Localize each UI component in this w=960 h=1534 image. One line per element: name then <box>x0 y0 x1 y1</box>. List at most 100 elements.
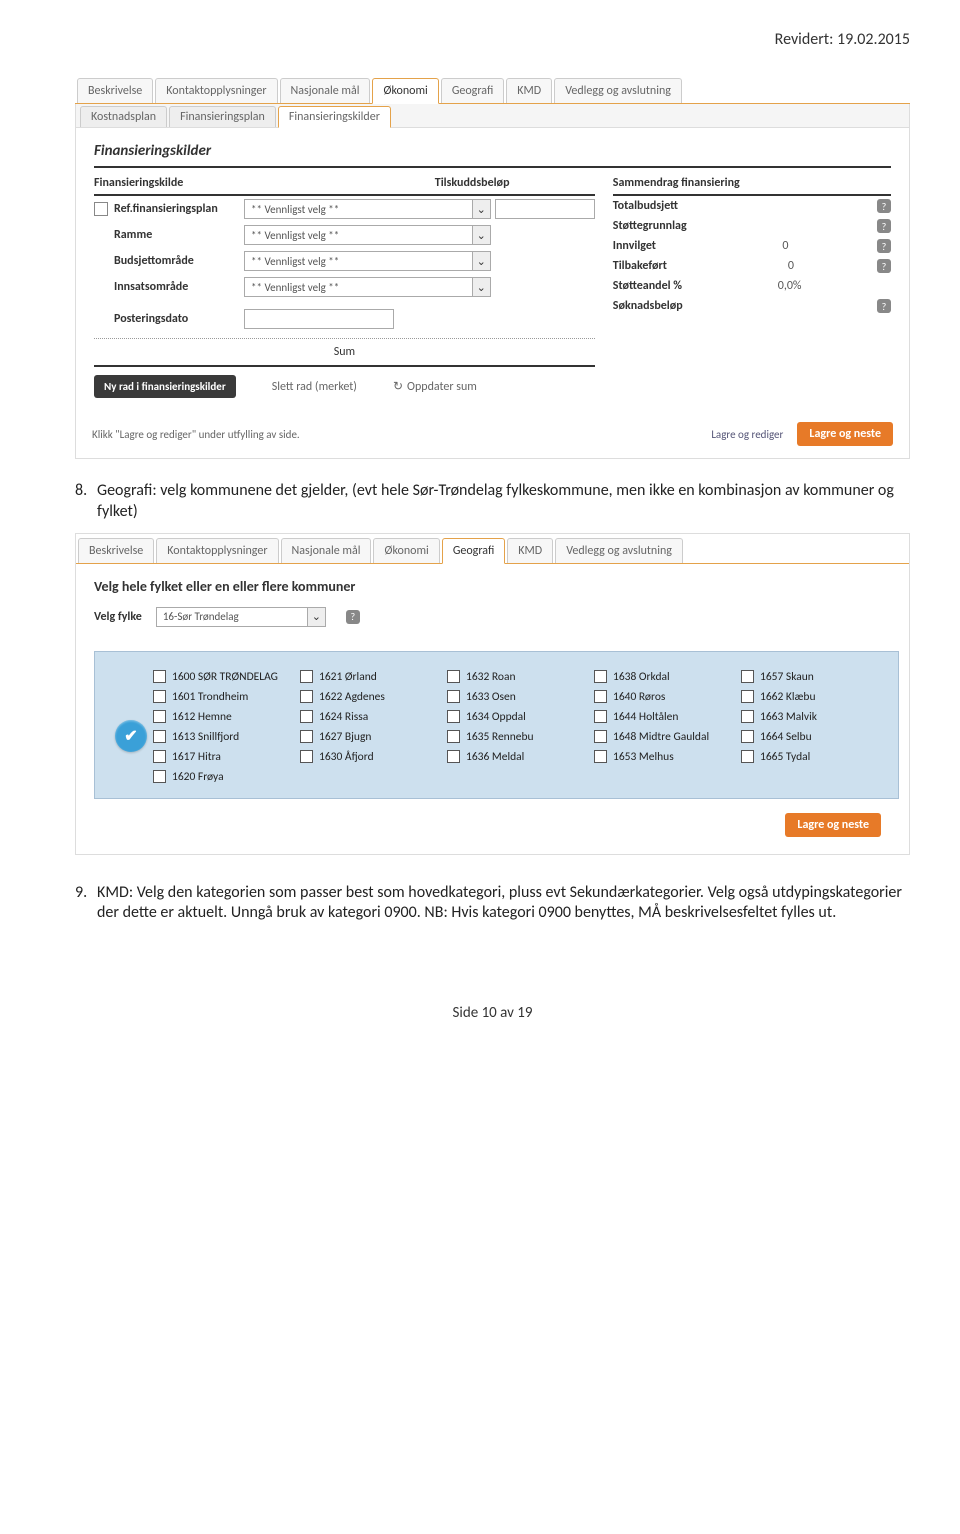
label-ref: Ref.finansieringsplan <box>114 202 244 216</box>
checkbox-icon <box>300 710 313 723</box>
kommune-checkbox[interactable]: 1627 Bjugn <box>300 730 437 744</box>
save-next-button-2[interactable]: Lagre og neste <box>785 813 881 837</box>
kommune-checkbox[interactable]: 1640 Røros <box>594 690 731 704</box>
kommune-label: 1644 Holtålen <box>613 710 678 724</box>
save-edit-link[interactable]: Lagre og rediger <box>711 428 783 441</box>
save-next-button[interactable]: Lagre og neste <box>797 422 893 446</box>
checkbox-icon <box>153 750 166 763</box>
checkbox-icon <box>594 750 607 763</box>
kommune-checkbox[interactable]: 1663 Malvik <box>741 710 878 724</box>
kommune-checkbox[interactable]: 1601 Trondheim <box>153 690 290 704</box>
kommune-checkbox[interactable]: 1612 Hemne <box>153 710 290 724</box>
subtab-finansieringskilder[interactable]: Finansieringskilder <box>278 106 391 128</box>
checkbox-icon <box>741 730 754 743</box>
kommune-label: 1664 Selbu <box>760 730 812 744</box>
kommune-label: 1632 Roan <box>466 670 516 684</box>
row-checkbox[interactable] <box>94 202 108 216</box>
help-icon[interactable]: ? <box>877 259 891 273</box>
tab-beskrivelse[interactable]: Beskrivelse <box>78 538 154 563</box>
kommune-checkbox[interactable]: 1620 Frøya <box>153 770 290 784</box>
main-tabs-2: BeskrivelseKontaktopplysningerNasjonale … <box>76 534 909 564</box>
kommune-checkbox[interactable]: 1634 Oppdal <box>447 710 584 724</box>
tab--konomi[interactable]: Økonomi <box>373 538 439 563</box>
subtab-finansieringsplan[interactable]: Finansieringsplan <box>169 106 276 127</box>
dropdown-budsjett[interactable]: ** Vennligst velg **⌄ <box>244 251 491 271</box>
col-head-kilde: Finansieringskilde <box>94 176 264 190</box>
list-item-9: KMD: Velg den kategorien som passer best… <box>97 883 910 925</box>
kommune-checkbox[interactable]: 1635 Rennebu <box>447 730 584 744</box>
kommune-checkbox[interactable]: 1630 Åfjord <box>300 750 437 764</box>
checkbox-icon <box>300 750 313 763</box>
kommune-label: 1635 Rennebu <box>466 730 534 744</box>
kommune-checkbox[interactable]: 1600 SØR TRØNDELAG <box>153 670 290 684</box>
sum-row: Sum <box>94 338 595 361</box>
check-circle-icon[interactable]: ✔ <box>115 720 147 752</box>
kommune-checkbox[interactable]: 1632 Roan <box>447 670 584 684</box>
kommune-checkbox[interactable]: 1613 Snillfjord <box>153 730 290 744</box>
checkbox-icon <box>594 670 607 683</box>
chevron-down-icon: ⌄ <box>472 226 490 244</box>
tab-kontaktopplysninger[interactable]: Kontaktopplysninger <box>156 538 278 563</box>
help-icon[interactable]: ? <box>877 199 891 213</box>
help-icon[interactable]: ? <box>877 299 891 313</box>
kommune-checkbox[interactable]: 1638 Orkdal <box>594 670 731 684</box>
tab-kmd[interactable]: KMD <box>506 78 552 103</box>
kommune-checkbox[interactable]: 1657 Skaun <box>741 670 878 684</box>
help-icon[interactable]: ? <box>877 219 891 233</box>
kommune-label: 1630 Åfjord <box>319 750 374 764</box>
kommune-label: 1627 Bjugn <box>319 730 371 744</box>
kommune-label: 1665 Tydal <box>760 750 810 764</box>
kommune-checkbox[interactable]: 1622 Agdenes <box>300 690 437 704</box>
kommune-checkbox[interactable]: 1662 Klæbu <box>741 690 878 704</box>
input-dato[interactable] <box>244 309 394 329</box>
tab--konomi[interactable]: Økonomi <box>372 78 438 104</box>
dropdown-innsats[interactable]: ** Vennligst velg **⌄ <box>244 277 491 297</box>
tab-vedlegg-og-avslutning[interactable]: Vedlegg og avslutning <box>555 538 683 563</box>
subtab-kostnadsplan[interactable]: Kostnadsplan <box>80 106 167 127</box>
tab-beskrivelse[interactable]: Beskrivelse <box>77 78 153 103</box>
kommune-label: 1634 Oppdal <box>466 710 526 724</box>
tab-nasjonale-m-l[interactable]: Nasjonale mål <box>280 78 371 103</box>
delete-row-button[interactable]: Slett rad (merket) <box>272 380 357 394</box>
tab-geografi[interactable]: Geografi <box>442 538 505 564</box>
help-icon[interactable]: ? <box>346 610 360 624</box>
kommune-label: 1638 Orkdal <box>613 670 670 684</box>
label-budsjett: Budsjettområde <box>114 254 244 268</box>
kommune-checkbox[interactable]: 1665 Tydal <box>741 750 878 764</box>
summary-label: Innvilget <box>613 239 656 253</box>
new-row-button[interactable]: Ny rad i finansieringskilder <box>94 375 236 398</box>
help-icon[interactable]: ? <box>877 239 891 253</box>
kommune-checkbox[interactable]: 1653 Melhus <box>594 750 731 764</box>
checkbox-icon <box>594 690 607 703</box>
tab-kontaktopplysninger[interactable]: Kontaktopplysninger <box>155 78 277 103</box>
refresh-icon: ↻ <box>393 379 403 394</box>
chevron-down-icon: ⌄ <box>472 200 490 218</box>
kommune-label: 1622 Agdenes <box>319 690 385 704</box>
dropdown-fylke[interactable]: 16-Sør Trøndelag⌄ <box>156 607 326 627</box>
tab-kmd[interactable]: KMD <box>507 538 553 563</box>
tab-geografi[interactable]: Geografi <box>441 78 504 103</box>
label-ramme: Ramme <box>114 228 244 242</box>
checkbox-icon <box>447 690 460 703</box>
kommune-checkbox[interactable]: 1636 Meldal <box>447 750 584 764</box>
kommune-checkbox[interactable]: 1621 Ørland <box>300 670 437 684</box>
update-sum-button[interactable]: ↻Oppdater sum <box>393 379 477 394</box>
kommune-checkbox[interactable]: 1648 Midtre Gauldal <box>594 730 731 744</box>
kommune-checkbox[interactable]: 1624 Rissa <box>300 710 437 724</box>
dropdown-ramme[interactable]: ** Vennligst velg **⌄ <box>244 225 491 245</box>
checkbox-icon <box>153 690 166 703</box>
kommune-label: 1640 Røros <box>613 690 665 704</box>
checkbox-icon <box>300 730 313 743</box>
kommune-label: 1612 Hemne <box>172 710 232 724</box>
tab-nasjonale-m-l[interactable]: Nasjonale mål <box>281 538 372 563</box>
checkbox-icon <box>741 690 754 703</box>
checkbox-icon <box>447 710 460 723</box>
kommune-checkbox[interactable]: 1664 Selbu <box>741 730 878 744</box>
kommune-checkbox[interactable]: 1633 Osen <box>447 690 584 704</box>
tab-vedlegg-og-avslutning[interactable]: Vedlegg og avslutning <box>554 78 682 103</box>
dropdown-ref[interactable]: ** Vennligst velg **⌄ <box>244 199 491 219</box>
kommune-checkbox[interactable]: 1644 Holtålen <box>594 710 731 724</box>
kommune-checkbox[interactable]: 1617 Hitra <box>153 750 290 764</box>
checkbox-icon <box>741 750 754 763</box>
input-tilskudd[interactable] <box>495 199 595 219</box>
